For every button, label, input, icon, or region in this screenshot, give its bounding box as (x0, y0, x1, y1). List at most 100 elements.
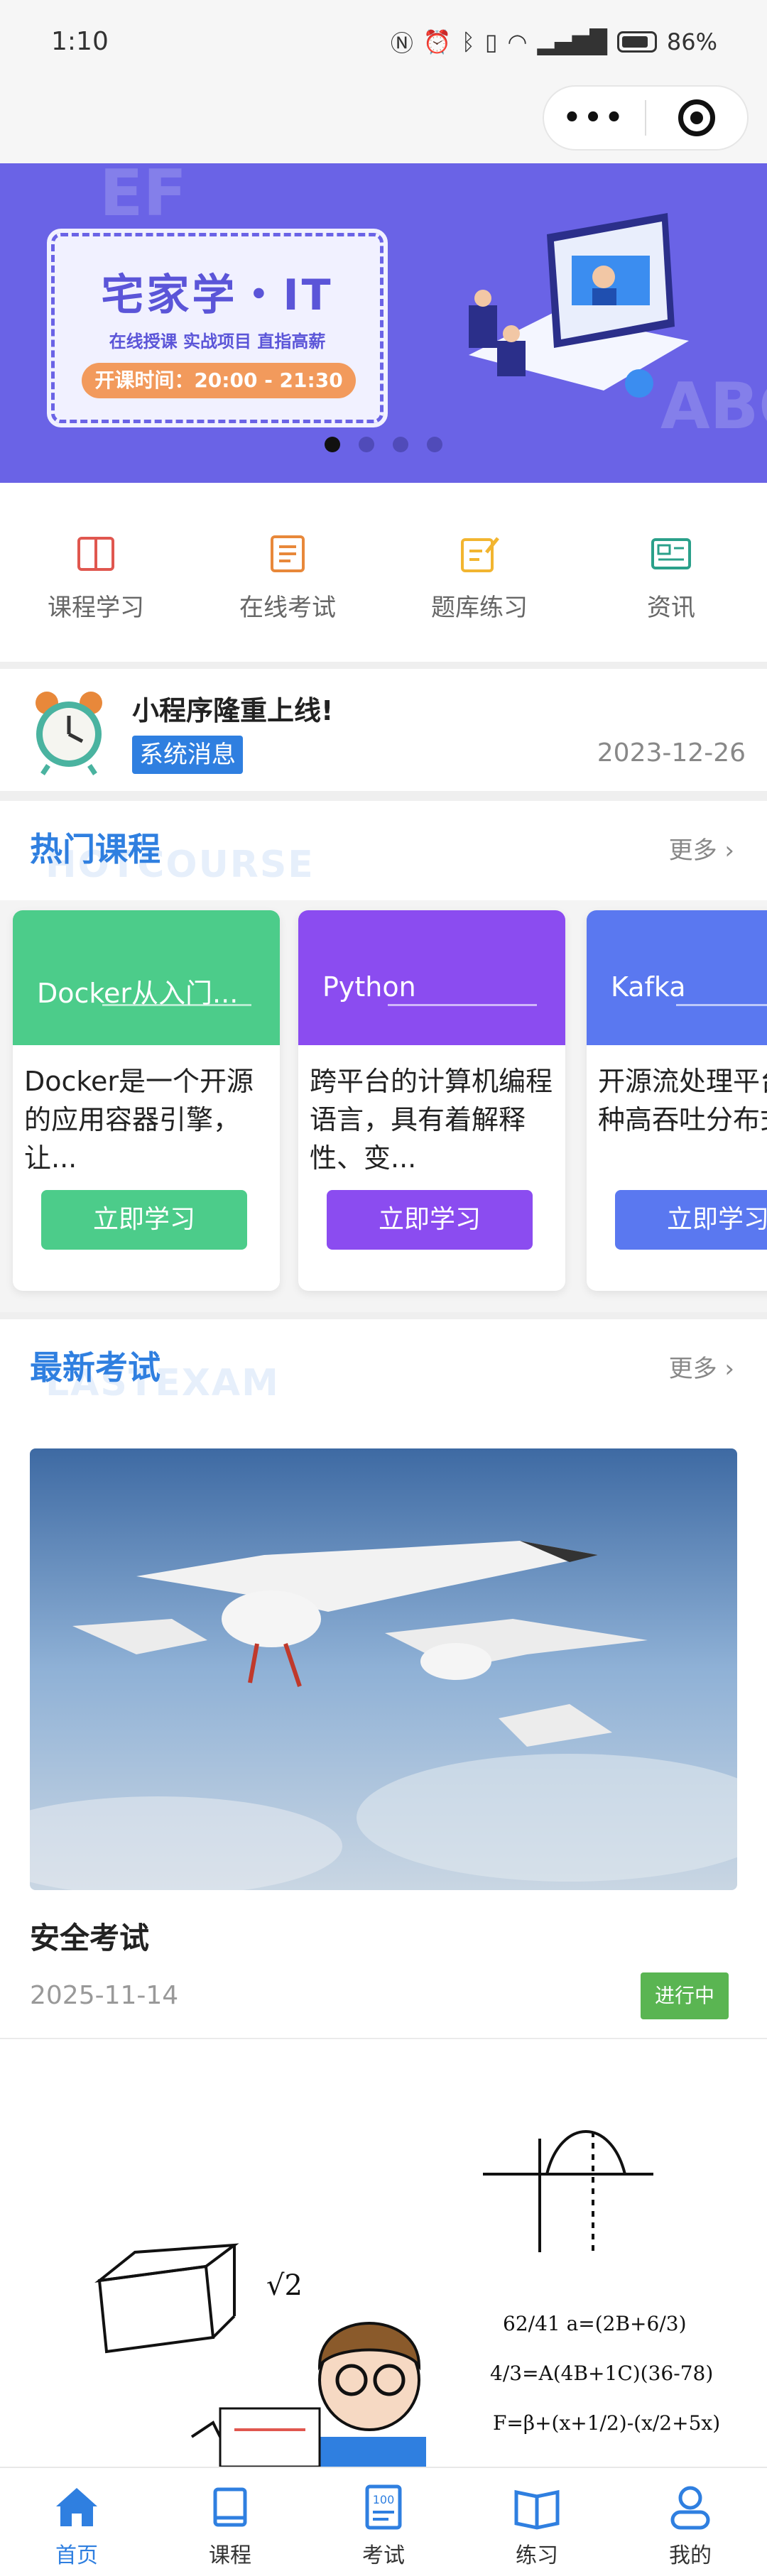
latest-exam-header: LASTEXAM 最新考试 更多 › (0, 1319, 767, 1419)
section-gap (0, 662, 767, 669)
tab-label: 我的 (669, 2543, 712, 2568)
svg-text:100: 100 (373, 2493, 395, 2506)
svg-text:4/3=A(4B+1C)(36-78): 4/3=A(4B+1C)(36-78) (490, 2362, 713, 2385)
status-bar: 1:10 Ⓝ ⏰ ᛒ ▯ ◠ ▂▄▆█ 86% (0, 0, 767, 85)
learn-now-button[interactable]: 立即学习 (615, 1190, 767, 1250)
course-card-header: Kafka (587, 910, 767, 1045)
tab-mine[interactable]: 我的 (614, 2468, 767, 2576)
course-card-header: Docker从入门... (13, 910, 280, 1045)
tab-exam[interactable]: 100 考试 (307, 2468, 460, 2576)
course-name: Python (322, 971, 416, 1003)
exam-icon (271, 535, 305, 572)
laptop-illustration-icon (469, 213, 689, 398)
section-gap (0, 791, 767, 801)
edit-icon (461, 537, 499, 572)
more-label: 更多 (668, 1355, 717, 1383)
course-header-decoration (102, 1004, 251, 1006)
course-card-header: Python (298, 910, 565, 1045)
course-description: 开源流处理平台是一种高吞吐分布式发... (598, 1066, 767, 1135)
quick-entry-label: 题库练习 (431, 594, 528, 622)
close-button[interactable] (646, 99, 747, 136)
banner-card: 宅家学・IT 在线授课 实战项目 直指高薪 开课时间：20:00 - 21:30 (47, 229, 388, 427)
chevron-right-icon: › (724, 1355, 734, 1383)
svg-text:√2: √2 (266, 2269, 303, 2302)
status-time: 1:10 (51, 27, 109, 56)
course-description: Docker是一个开源的应用容器引擎，让... (24, 1066, 254, 1174)
course-scroller[interactable]: Docker从入门... Docker是一个开源的应用容器引擎，让... 立即学… (0, 900, 767, 1312)
hot-courses-header: HOTCOURSE 热门课程 更多 › (0, 801, 767, 900)
learn-now-button[interactable]: 立即学习 (327, 1190, 533, 1250)
course-card[interactable]: Kafka 开源流处理平台是一种高吞吐分布式发... 立即学习 (587, 910, 767, 1291)
section-title: 最新考试 (30, 1348, 161, 1387)
exam-cover-image[interactable] (30, 1448, 737, 1890)
svg-text:62/41 a=(2B+6/3): 62/41 a=(2B+6/3) (503, 2312, 687, 2335)
quick-entry-grid: 课程学习 在线考试 题库练习 资讯 (0, 483, 767, 662)
carousel-dot[interactable] (427, 437, 442, 452)
tab-label: 练习 (516, 2543, 558, 2568)
tab-label: 考试 (362, 2543, 405, 2568)
more-button[interactable]: ••• (544, 102, 645, 134)
quick-entry-label: 在线考试 (239, 594, 336, 622)
more-link[interactable]: 更多 › (669, 831, 734, 866)
chevron-right-icon: › (724, 836, 734, 865)
notice-item[interactable]: 小程序隆重上线! 系统消息 2023-12-26 (0, 669, 767, 791)
quick-entry-news[interactable]: 资讯 (575, 483, 767, 662)
more-link[interactable]: 更多 › (669, 1349, 734, 1384)
course-name: Kafka (611, 971, 686, 1003)
banner-decoration: EF (99, 163, 187, 231)
battery-icon (616, 31, 657, 53)
tab-label: 课程 (209, 2543, 251, 2568)
quick-entry-exam[interactable]: 在线考试 (192, 483, 384, 662)
course-card[interactable]: Python 跨平台的计算机编程语言，具有着解释性、变... 立即学习 (298, 910, 565, 1291)
home-icon (56, 2488, 97, 2526)
banner-time: 开课时间：20:00 - 21:30 (82, 363, 356, 398)
vibrate-icon: ▯ (484, 28, 498, 55)
course-header-decoration (676, 1004, 767, 1006)
book-icon (77, 537, 114, 571)
quick-entry-course[interactable]: 课程学习 (0, 483, 192, 662)
banner-subtitle: 在线授课 实战项目 直指高薪 (109, 332, 326, 351)
signal-icon: ▂▄▆█ (537, 28, 607, 55)
target-icon (678, 99, 715, 136)
svg-text:F=β+(x+1/2)-(x/2+5x): F=β+(x+1/2)-(x/2+5x) (493, 2411, 720, 2435)
banner-title: 宅家学・IT (101, 271, 334, 320)
exam-100-icon: 100 (365, 2484, 402, 2530)
user-icon (670, 2486, 710, 2530)
tab-home[interactable]: 首页 (0, 2468, 153, 2576)
tab-course[interactable]: 课程 (153, 2468, 307, 2576)
student-math-illustration: √2 62/41 a=(2B+6/3) 4/3=A(4B+1C)(36-78) … (0, 2039, 767, 2467)
exam-date: 2025-11-14 (30, 1981, 179, 2010)
wifi-icon: ◠ (507, 28, 528, 55)
banner-carousel[interactable]: EF ABC 宅家学・IT 在线授课 实战项目 直指高薪 开课时间：20:00 … (0, 163, 767, 483)
bottom-tab-bar: 首页 课程 100 考试 练习 我的 (0, 2467, 767, 2576)
notice-badge: 系统消息 (132, 736, 243, 774)
nfc-icon: Ⓝ (390, 30, 413, 57)
news-icon (651, 538, 691, 569)
carousel-dot[interactable] (393, 437, 408, 452)
more-label: 更多 (668, 836, 717, 865)
course-icon (213, 2487, 247, 2527)
status-icons: Ⓝ ⏰ ᛒ ▯ ◠ ▂▄▆█ 86% (391, 26, 717, 58)
carousel-dot[interactable] (359, 437, 374, 452)
tab-label: 首页 (55, 2543, 98, 2568)
bluetooth-icon: ᛒ (461, 28, 475, 55)
course-card[interactable]: Docker从入门... Docker是一个开源的应用容器引擎，让... 立即学… (13, 910, 280, 1291)
carousel-dot[interactable] (325, 437, 340, 452)
exam-title: 安全考试 (30, 1921, 150, 1955)
course-header-decoration (388, 1004, 537, 1006)
exam-status-badge: 进行中 (641, 1972, 729, 2019)
battery-percent: 86% (666, 28, 717, 55)
section-gap (0, 1312, 767, 1319)
notice-date: 2023-12-26 (597, 738, 746, 768)
tab-practice[interactable]: 练习 (460, 2468, 614, 2576)
practice-book-icon (514, 2489, 560, 2530)
learn-now-button[interactable]: 立即学习 (41, 1190, 247, 1250)
alarm-icon: ⏰ (423, 28, 452, 55)
carousel-indicators (0, 437, 767, 452)
quick-entry-label: 资讯 (647, 594, 695, 622)
section-title: 热门课程 (30, 830, 161, 868)
notice-title: 小程序隆重上线! (132, 695, 334, 726)
mini-program-navbar: ••• (0, 85, 767, 163)
quick-entry-label: 课程学习 (48, 594, 144, 622)
quick-entry-practice[interactable]: 题库练习 (384, 483, 575, 662)
